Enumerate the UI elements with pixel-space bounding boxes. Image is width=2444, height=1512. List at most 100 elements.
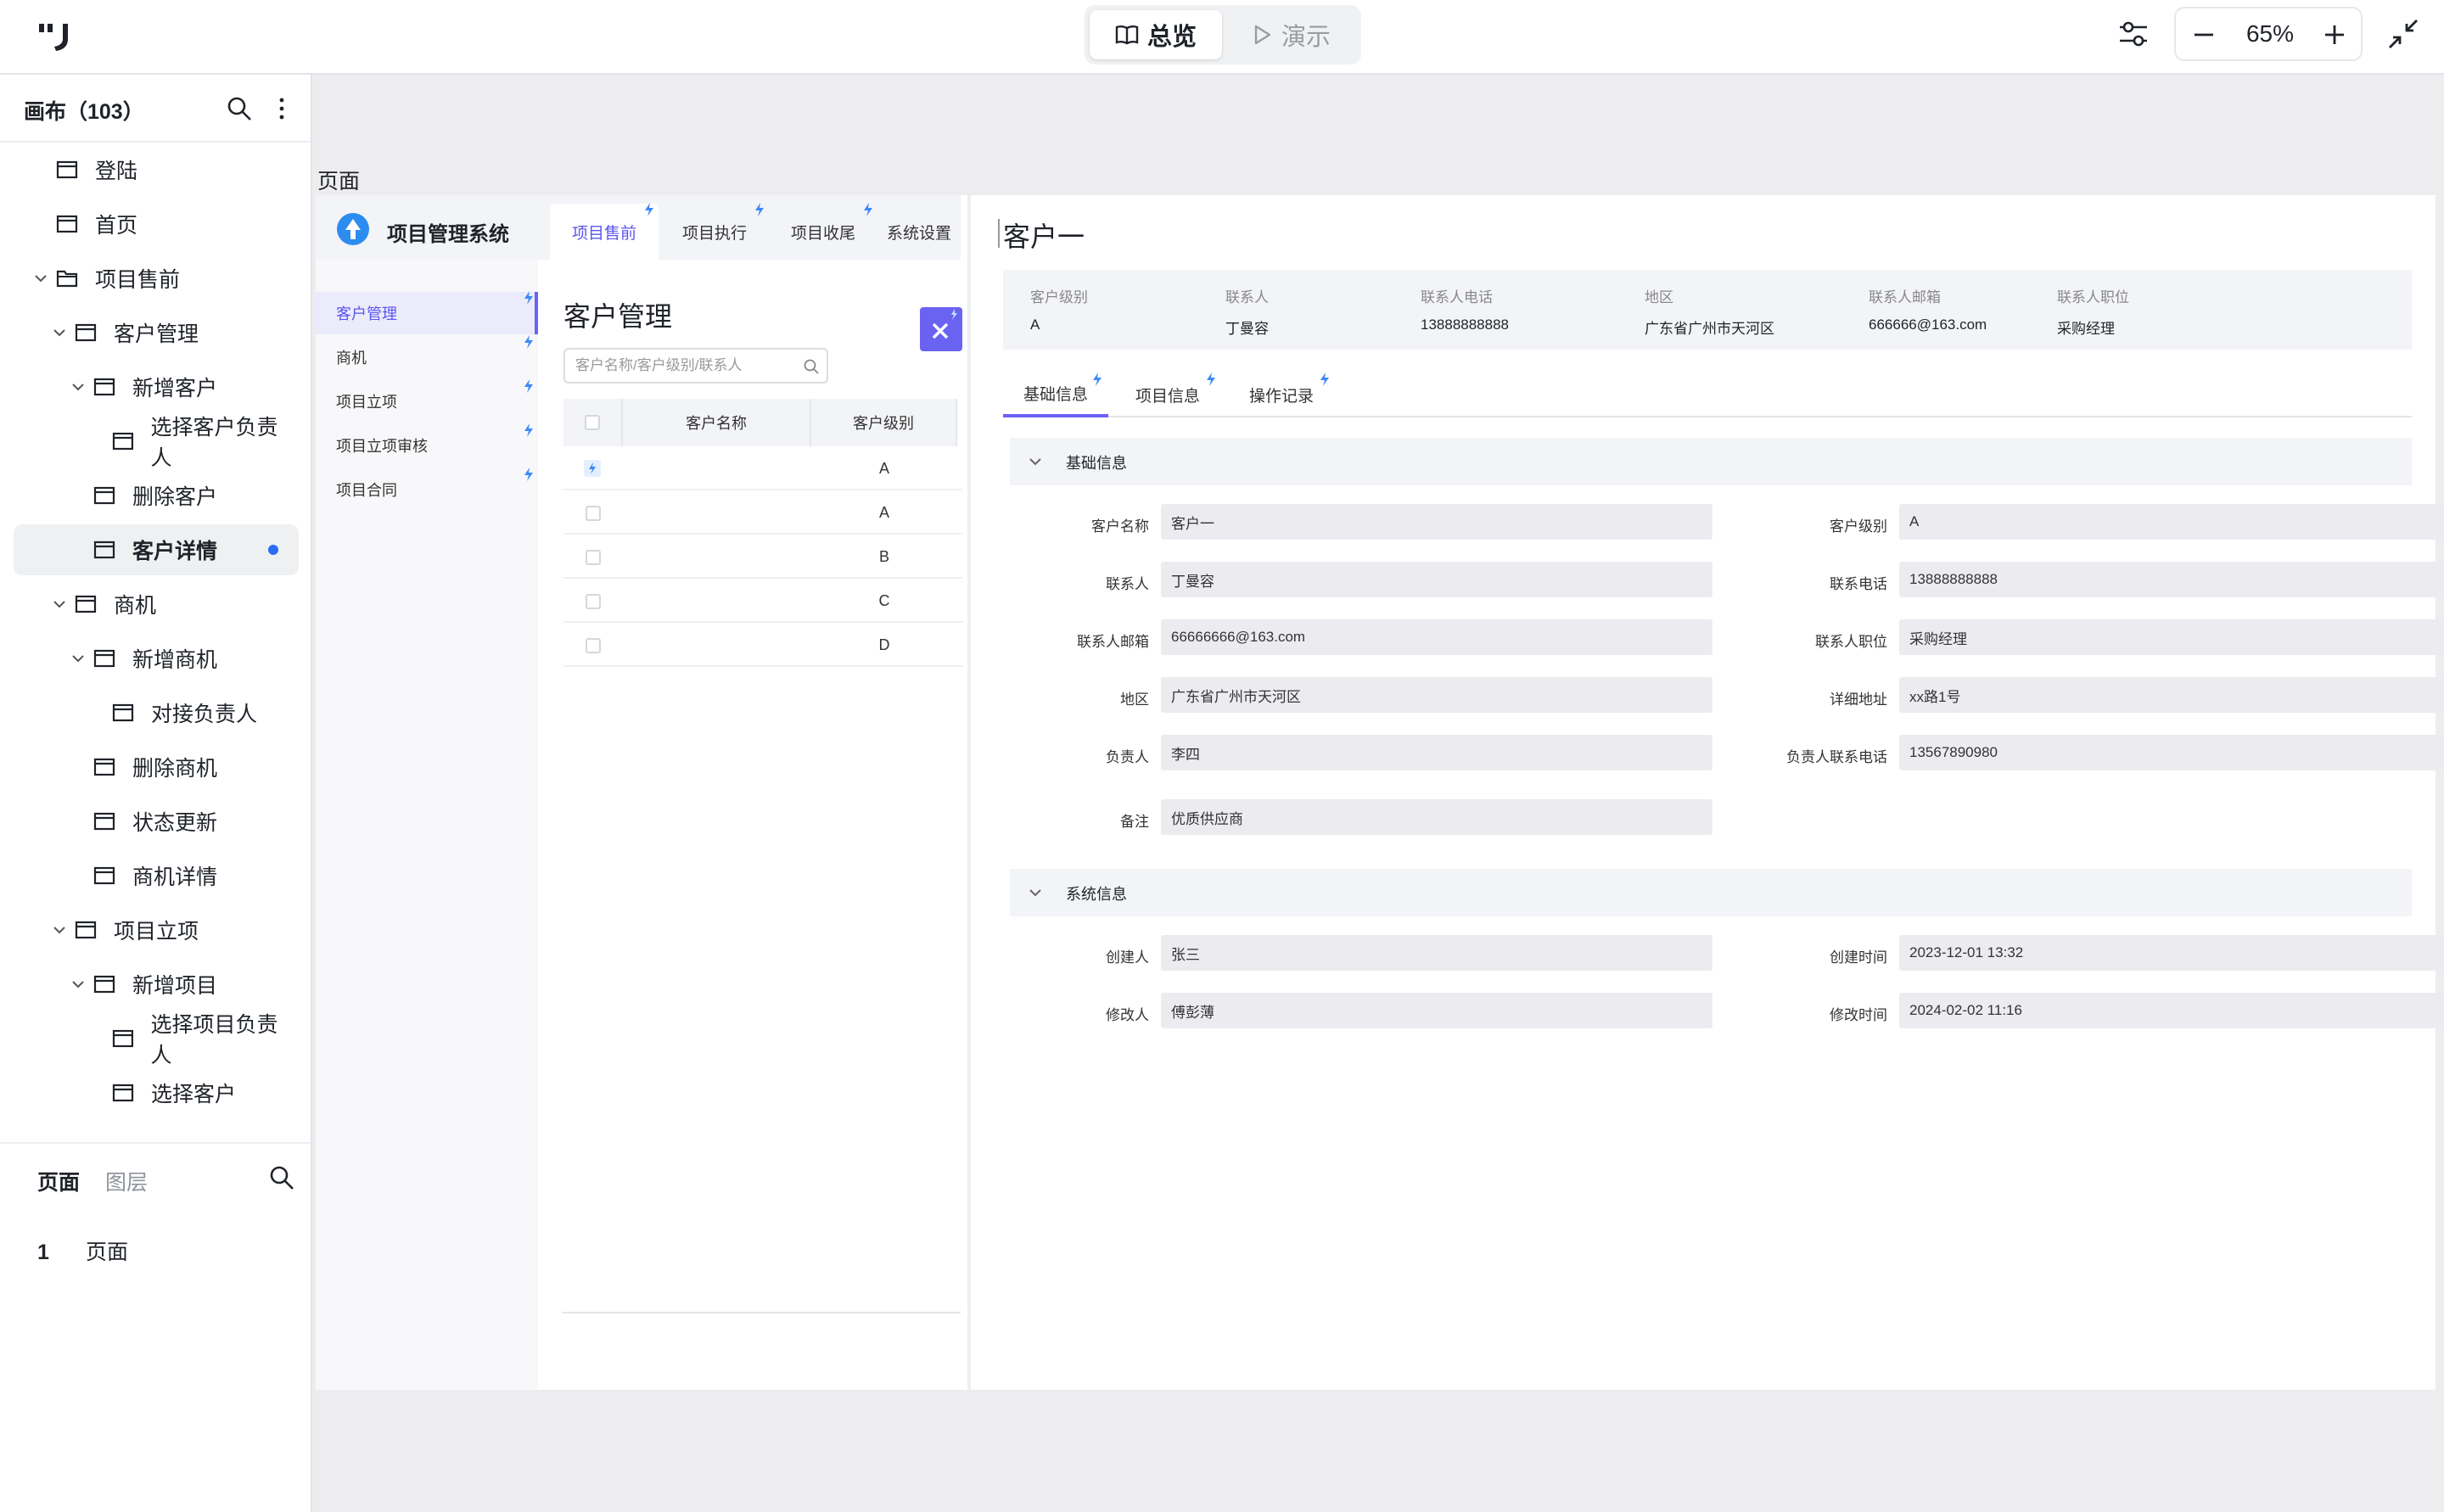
sidebar-tree-item[interactable]: 删除客户: [14, 470, 299, 521]
field-value[interactable]: 采购经理: [1899, 619, 2444, 655]
chevron-down-icon[interactable]: [70, 976, 87, 993]
field-value[interactable]: 张三: [1161, 935, 1712, 971]
app-tab-presale[interactable]: 项目售前: [550, 204, 659, 260]
app-tab-closing[interactable]: 项目收尾: [769, 204, 877, 260]
more-vertical-icon[interactable]: [268, 95, 295, 122]
detail-tab-label: 项目信息: [1135, 387, 1201, 406]
field-value[interactable]: 李四: [1161, 735, 1712, 770]
sidebar-tree-item[interactable]: 项目立项: [14, 904, 299, 955]
nav-item-contract[interactable]: 项目合同: [316, 468, 538, 511]
sidebar-tree-item[interactable]: 新增项目: [14, 959, 299, 1010]
tab-project-info[interactable]: 项目信息: [1135, 372, 1200, 417]
sidebar-tree-item[interactable]: 客户管理: [14, 307, 299, 358]
sidebar-tree-item[interactable]: 删除商机: [14, 742, 299, 792]
overview-mode-button[interactable]: 总览: [1090, 10, 1222, 59]
row-checkbox[interactable]: [586, 594, 601, 609]
sidebar-tree-item[interactable]: 状态更新: [14, 796, 299, 847]
field-value[interactable]: 客户一: [1161, 504, 1712, 540]
row-checkbox[interactable]: [586, 638, 601, 653]
tree-item-label: 项目售前: [95, 268, 181, 292]
table-row[interactable]: C: [563, 579, 962, 623]
field-value[interactable]: 13567890980: [1899, 735, 2444, 770]
summary-key: 联系人电话: [1421, 289, 1493, 305]
folder-icon: [56, 270, 78, 288]
chevron-down-icon: [1029, 458, 1041, 466]
search-icon[interactable]: [268, 1164, 295, 1191]
select-all-checkbox[interactable]: [585, 415, 600, 430]
sidebar-tree-item[interactable]: 选择客户负责人: [14, 416, 299, 470]
field-value[interactable]: 2024-02-02 11:16: [1899, 993, 2444, 1028]
zoom-level[interactable]: 65%: [2223, 20, 2317, 48]
table-row[interactable]: B: [563, 535, 962, 579]
search-icon[interactable]: [226, 95, 253, 122]
field-value[interactable]: 2023-12-01 13:32: [1899, 935, 2444, 971]
table-row[interactable]: D: [563, 623, 962, 667]
app-left-nav: 客户管理 商机 项目立项 项目立项审核 项目合同: [316, 260, 538, 1390]
zoom-in-button[interactable]: [2318, 19, 2351, 51]
interaction-bolt-icon: [645, 203, 653, 216]
table-row[interactable]: A: [563, 490, 962, 535]
app-logo-icon[interactable]: [37, 22, 71, 53]
sidebar-tree-item[interactable]: 商机详情: [14, 850, 299, 901]
search-icon[interactable]: [803, 358, 820, 375]
sidebar-tree-item[interactable]: 选择客户: [14, 1067, 299, 1118]
sidebar-tree-item[interactable]: 新增客户: [14, 361, 299, 412]
settings-sliders-icon[interactable]: [2116, 17, 2150, 51]
app-tab-settings[interactable]: 系统设置: [877, 204, 961, 260]
sidebar-tree-item[interactable]: 项目售前: [14, 253, 299, 304]
field-value[interactable]: 傅彭薄: [1161, 993, 1712, 1028]
customer-search-input[interactable]: [575, 355, 796, 377]
sidebar-tree-item[interactable]: 首页: [14, 199, 299, 249]
summary-value: A: [1030, 316, 1040, 333]
nav-item-project-setup[interactable]: 项目立项: [316, 380, 538, 423]
page-frame[interactable]: 项目管理系统 项目售前 项目执行 项目收尾 系统设置 客户管理 商机 项目立项 …: [316, 195, 2444, 1390]
sidebar-tree-item[interactable]: 登陆: [14, 144, 299, 195]
nav-item-setup-review[interactable]: 项目立项审核: [316, 424, 538, 467]
field-value[interactable]: 优质供应商: [1161, 799, 1712, 835]
field-label: 联系人邮箱: [1077, 634, 1149, 650]
table-row[interactable]: A: [563, 446, 962, 490]
row-checkbox[interactable]: [586, 550, 601, 565]
frame-label[interactable]: 页面: [317, 165, 360, 195]
field-value[interactable]: 丁曼容: [1161, 562, 1712, 597]
tab-layers[interactable]: 图层: [105, 1166, 148, 1196]
sidebar-tree-item[interactable]: 对接负责人: [14, 687, 299, 738]
page-icon: [56, 160, 78, 179]
section-system-info[interactable]: 系统信息: [1010, 869, 2412, 916]
field-value[interactable]: xx路1号: [1899, 677, 2444, 713]
row-checkbox[interactable]: [586, 506, 601, 521]
chevron-down-icon[interactable]: [51, 596, 68, 613]
page-list-item[interactable]: 1 页面: [37, 1235, 128, 1266]
chevron-down-icon[interactable]: [70, 378, 87, 395]
tree-item-label: 客户详情: [132, 540, 218, 563]
page-icon: [56, 215, 78, 233]
nav-item-customer[interactable]: 客户管理: [316, 292, 538, 334]
collapse-icon[interactable]: [2386, 17, 2420, 51]
field-value[interactable]: A: [1899, 504, 2444, 540]
app-tab-execution[interactable]: 项目执行: [660, 204, 769, 260]
tab-pages[interactable]: 页面: [37, 1166, 80, 1196]
close-button[interactable]: [920, 307, 962, 351]
app-tab-label: 系统设置: [886, 224, 951, 243]
tab-operation-log[interactable]: 操作记录: [1249, 372, 1314, 417]
field-value[interactable]: 广东省广州市天河区: [1161, 677, 1712, 713]
field-value[interactable]: 66666666@163.com: [1161, 619, 1712, 655]
sidebar-tree-item[interactable]: 新增商机: [14, 633, 299, 684]
field-value[interactable]: 13888888888: [1899, 562, 2444, 597]
chevron-down-icon[interactable]: [51, 324, 68, 341]
chevron-down-icon[interactable]: [51, 921, 68, 938]
sidebar-tree-item[interactable]: 商机: [14, 579, 299, 630]
summary-item: 客户级别 A: [1030, 285, 1088, 333]
left-sidebar: 画布（103） 登陆 首页 项目售前 客户管理 新增客户 选择客户负责人 删除客户 客户详情商…: [0, 75, 312, 1512]
tree-item-label: 商机: [114, 594, 157, 618]
present-mode-button[interactable]: 演示: [1225, 10, 1358, 59]
page-icon: [75, 595, 97, 613]
section-basic-info[interactable]: 基础信息: [1010, 438, 2412, 485]
zoom-out-button[interactable]: [2188, 19, 2220, 51]
chevron-down-icon[interactable]: [32, 270, 49, 287]
chevron-down-icon[interactable]: [70, 650, 87, 667]
nav-item-opportunity[interactable]: 商机: [316, 336, 538, 378]
sidebar-tree-item[interactable]: 选择项目负责人: [14, 1013, 299, 1067]
sidebar-tree-item[interactable]: 客户详情: [14, 524, 299, 575]
summary-value: 丁曼容: [1225, 321, 1269, 337]
